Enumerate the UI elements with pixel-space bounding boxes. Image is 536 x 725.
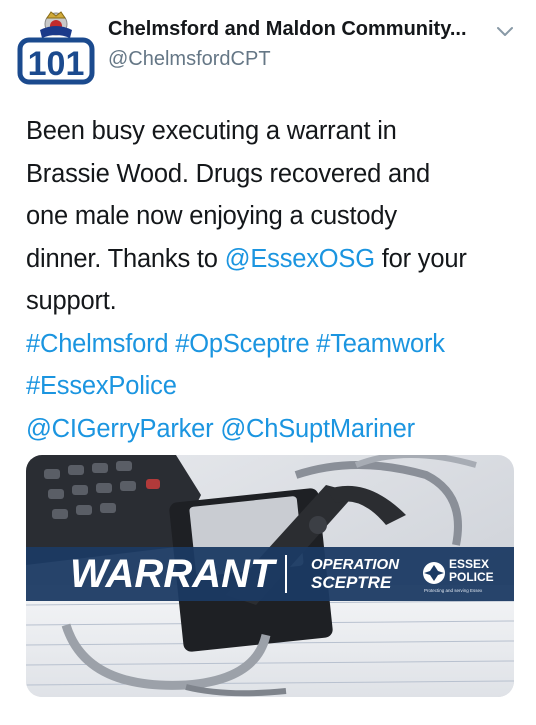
banner-word: WARRANT	[70, 552, 278, 596]
avatar-text: 101	[28, 45, 85, 83]
account-name[interactable]: Chelmsford and Maldon Community...	[108, 18, 467, 41]
police-line2: POLICE	[449, 570, 494, 584]
tweet-line: support.	[26, 287, 117, 315]
operation-label: OPERATION	[311, 556, 400, 573]
tweet-line: one male now enjoying a custody	[26, 202, 397, 230]
police-tagline: Protecting and serving Essex	[424, 588, 483, 593]
tweet-line: Been busy executing a warrant in	[26, 117, 397, 145]
mention-link[interactable]: @EssexOSG	[225, 245, 375, 273]
tweet-line: Brassie Wood. Drugs recovered and	[26, 159, 430, 188]
tweet-line: dinner. Thanks to @EssexOSG for your	[26, 238, 516, 281]
avatar[interactable]: 101	[16, 8, 96, 86]
police-line1: ESSEX	[449, 557, 489, 571]
tweet-text-segment: dinner. Thanks to	[26, 244, 225, 273]
hashtag-link[interactable]: #EssexPolice	[26, 365, 516, 408]
tweet-text-segment: for your	[374, 244, 467, 273]
operation-name: SCEPTRE	[311, 573, 392, 592]
mention-links[interactable]: @CIGerryParker @ChSuptMariner	[26, 408, 516, 451]
chevron-down-icon[interactable]	[494, 22, 516, 40]
tweet-text: Been busy executing a warrant in Brassie…	[26, 110, 516, 450]
hashtag-links[interactable]: #Chelmsford #OpSceptre #Teamwork	[26, 323, 516, 366]
account-handle[interactable]: @ChelmsfordCPT	[108, 48, 271, 71]
tweet-media-image[interactable]: WARRANT OPERATION SCEPTRE ESSEX POLICE P…	[26, 455, 514, 697]
